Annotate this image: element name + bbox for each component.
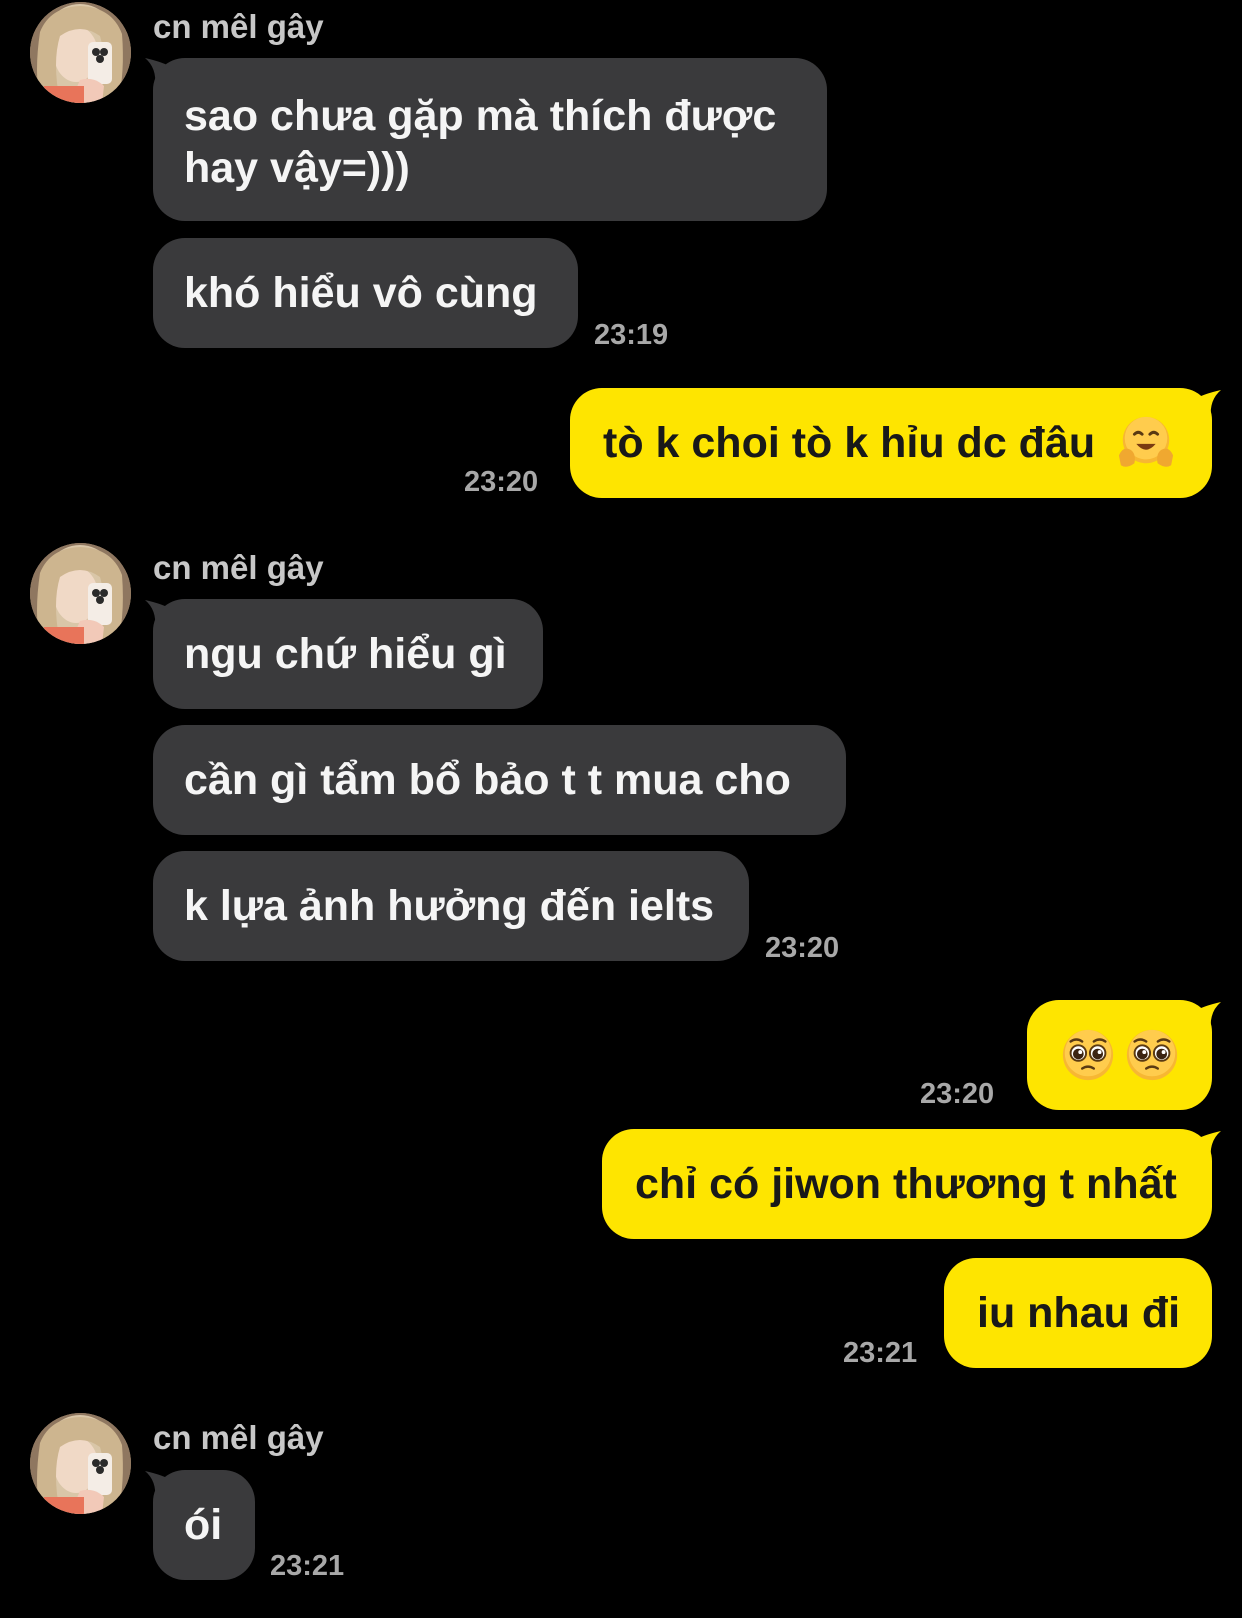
message-bubble[interactable] [1027,1000,1212,1110]
message-bubble[interactable]: ngu chứ hiểu gì [153,599,543,709]
message-text: tò k choi tò k hỉu dc đâu [603,419,1096,467]
avatar[interactable] [30,2,131,103]
message-bubble[interactable]: chỉ có jiwon thương t nhất [602,1129,1212,1239]
pleading-face-icon [1062,1029,1113,1081]
message-bubble[interactable]: cần gì tẩm bổ bảo t t mua cho [153,725,846,835]
sender-name: cn mêl gây [153,549,324,586]
avatar-photo-icon [30,543,131,644]
smiling-face-with-open-hands-icon [1119,416,1174,467]
message-timestamp: 23:20 [464,466,539,498]
message-bubble[interactable]: k lựa ảnh hưởng đến ielts [153,851,749,961]
sender-name: cn mêl gây [153,1419,324,1456]
message-timestamp: 23:19 [594,319,669,351]
avatar-photo-icon [30,2,131,103]
message-timestamp: 23:20 [765,932,840,964]
message-bubble[interactable]: ói [153,1470,255,1580]
message-timestamp: 23:21 [270,1550,345,1582]
avatar-photo-icon [30,1413,131,1514]
avatar[interactable] [30,1413,131,1514]
sender-name: cn mêl gây [153,8,324,45]
pleading-face-icon [1126,1029,1177,1081]
message-bubble[interactable]: sao chưa gặp mà thích được hay vậy=))) [153,58,827,221]
message-bubble[interactable]: tò k choi tò k hỉu dc đâu [570,388,1212,498]
message-bubble[interactable]: iu nhau đi [944,1258,1212,1368]
message-bubble[interactable]: khó hiểu vô cùng [153,238,578,348]
message-timestamp: 23:20 [920,1078,995,1110]
avatar[interactable] [30,543,131,644]
message-timestamp: 23:21 [843,1337,918,1369]
